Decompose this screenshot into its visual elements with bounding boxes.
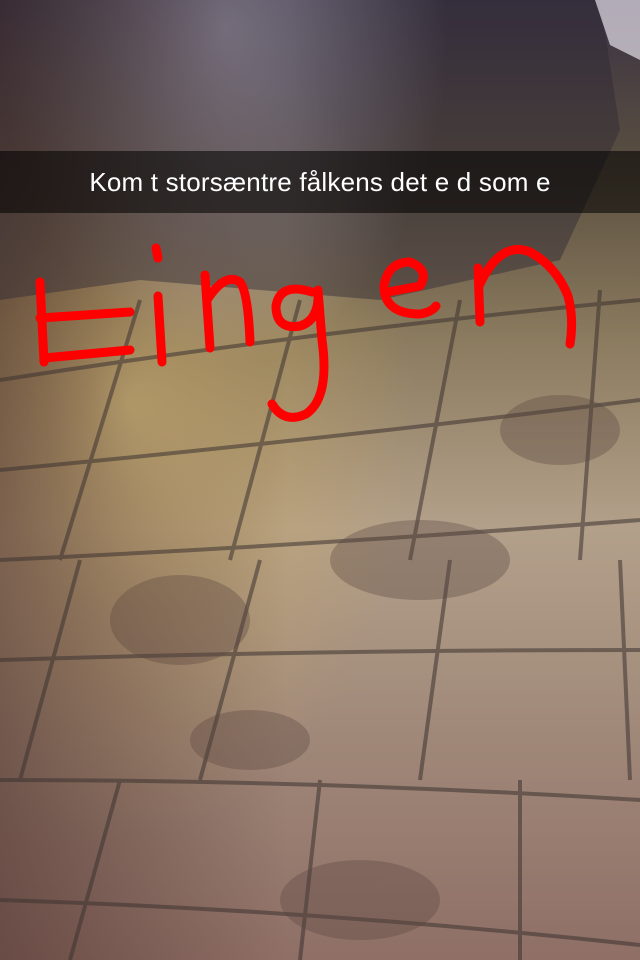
caption-text: Kom t storsæntre fålkens det e d som e bbox=[89, 166, 551, 197]
photo-background bbox=[0, 0, 640, 960]
caption-bar[interactable]: Kom t storsæntre fålkens det e d som e bbox=[0, 151, 640, 213]
snap-view[interactable]: Kom t storsæntre fålkens det e d som e bbox=[0, 0, 640, 960]
